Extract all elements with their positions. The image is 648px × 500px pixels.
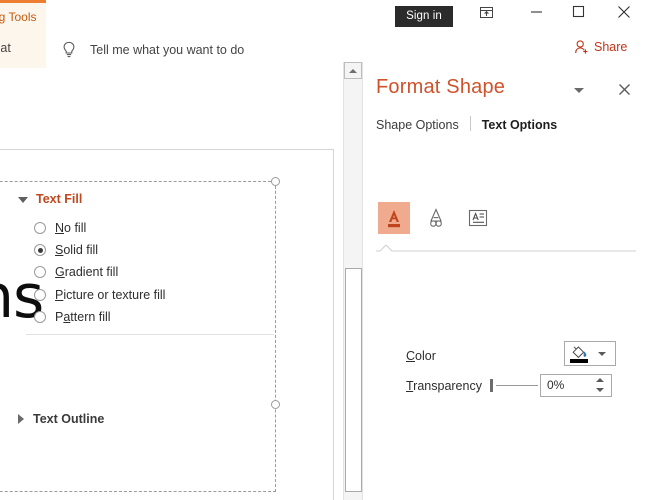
current-color-swatch (570, 359, 588, 363)
radio-indicator (34, 289, 46, 301)
radio-indicator (34, 222, 46, 234)
contextual-tab-label: ng Tools (0, 10, 46, 24)
radio-label: Picture or texture fill (55, 288, 165, 302)
radio-pattern-fill[interactable]: Pattern fill (34, 310, 111, 324)
tab-divider (470, 116, 471, 131)
radio-label: No fill (55, 221, 86, 235)
section-header-text-outline[interactable]: Text Outline (18, 412, 104, 426)
spinner-down-icon[interactable] (596, 388, 604, 392)
textbox-icon[interactable] (462, 202, 494, 234)
lightbulb-icon (58, 39, 80, 61)
fill-color-bucket-icon (565, 342, 593, 365)
section-divider (26, 334, 274, 335)
scroll-thumb[interactable] (345, 268, 362, 492)
ribbon-tab-format[interactable]: mat (0, 41, 46, 55)
radio-label-text: olid fill (63, 243, 98, 257)
transparency-value: 0% (547, 378, 564, 392)
radio-label: Gradient fill (55, 265, 118, 279)
chevron-down-icon[interactable] (569, 80, 589, 100)
radio-label: Solid fill (55, 243, 98, 257)
chevron-down-icon[interactable] (598, 352, 606, 356)
section-label-text-fill: Text Fill (36, 192, 82, 206)
share-button[interactable]: Share (574, 39, 627, 55)
title-bar: Sign in (0, 0, 648, 32)
color-label: Color (406, 349, 436, 363)
radio-label-text: o fill (64, 221, 86, 235)
text-effects-icon[interactable] (420, 202, 452, 234)
radio-indicator (34, 266, 46, 278)
tell-me-search[interactable]: Tell me what you want to do (58, 38, 244, 62)
radio-solid-fill[interactable]: Solid fill (34, 243, 98, 257)
selection-handle-middle-right[interactable] (271, 400, 280, 409)
accesskey: G (55, 265, 65, 279)
tab-text-options[interactable]: Text Options (482, 118, 557, 132)
ribbon-contextual-tab[interactable]: ng Tools mat (0, 0, 46, 68)
radio-picture-or-texture-fill[interactable]: Picture or texture fill (34, 288, 165, 302)
tab-shape-options[interactable]: Shape Options (376, 118, 459, 132)
accesskey: C (406, 349, 415, 363)
radio-gradient-fill[interactable]: Gradient fill (34, 265, 118, 279)
sign-in-button[interactable]: Sign in (395, 6, 453, 27)
transparency-label-text: ransparency (413, 379, 482, 393)
close-icon[interactable] (610, 5, 638, 27)
contextual-tab-accent-strip (0, 0, 46, 3)
share-label: Share (594, 40, 627, 54)
radio-label: Pattern fill (55, 310, 111, 324)
transparency-slider[interactable] (490, 378, 538, 394)
ribbon-display-options-icon[interactable] (472, 5, 500, 27)
vertical-scrollbar[interactable] (343, 62, 363, 500)
share-person-icon (574, 39, 590, 55)
pane-title: Format Shape (376, 76, 505, 99)
slider-thumb[interactable] (490, 379, 493, 392)
pane-icon-tabs (374, 202, 638, 242)
icon-tab-underline-rule (376, 244, 636, 252)
format-shape-pane: Format Shape Shape Options Text Options (364, 62, 648, 500)
transparency-label: Transparency (406, 379, 482, 393)
radio-indicator (34, 311, 46, 323)
section-header-text-fill[interactable]: Text Fill (18, 192, 82, 206)
color-label-text: olor (415, 349, 436, 363)
triangle-right-icon (18, 414, 24, 424)
tell-me-label: Tell me what you want to do (90, 43, 244, 57)
scroll-up-arrow-icon[interactable] (344, 62, 362, 79)
radio-no-fill[interactable]: No fill (34, 221, 86, 235)
radio-label-text: radient fill (65, 265, 119, 279)
pane-close-icon[interactable] (613, 78, 635, 100)
radio-label-text: icture or texture fill (63, 288, 165, 302)
radio-indicator (34, 244, 46, 256)
section-label-text-outline: Text Outline (33, 412, 104, 426)
transparency-spinner[interactable]: 0% (540, 374, 612, 397)
spinner-up-icon[interactable] (596, 378, 604, 382)
pane-option-tabs: Shape Options Text Options (376, 114, 557, 132)
spinner-buttons[interactable] (596, 377, 605, 394)
slider-track (496, 385, 538, 386)
triangle-down-icon (18, 197, 28, 203)
text-fill-and-outline-icon[interactable] (378, 202, 410, 234)
color-picker-button[interactable] (564, 341, 616, 366)
selection-handle-top-right[interactable] (271, 177, 280, 186)
radio-label-text: ttern fill (70, 310, 110, 324)
minimize-icon[interactable] (522, 5, 550, 27)
maximize-icon[interactable] (564, 5, 592, 27)
accesskey: N (55, 221, 64, 235)
powerpoint-window: Sign in ng Tools (0, 0, 648, 500)
slide-canvas[interactable]: ns (0, 68, 336, 500)
